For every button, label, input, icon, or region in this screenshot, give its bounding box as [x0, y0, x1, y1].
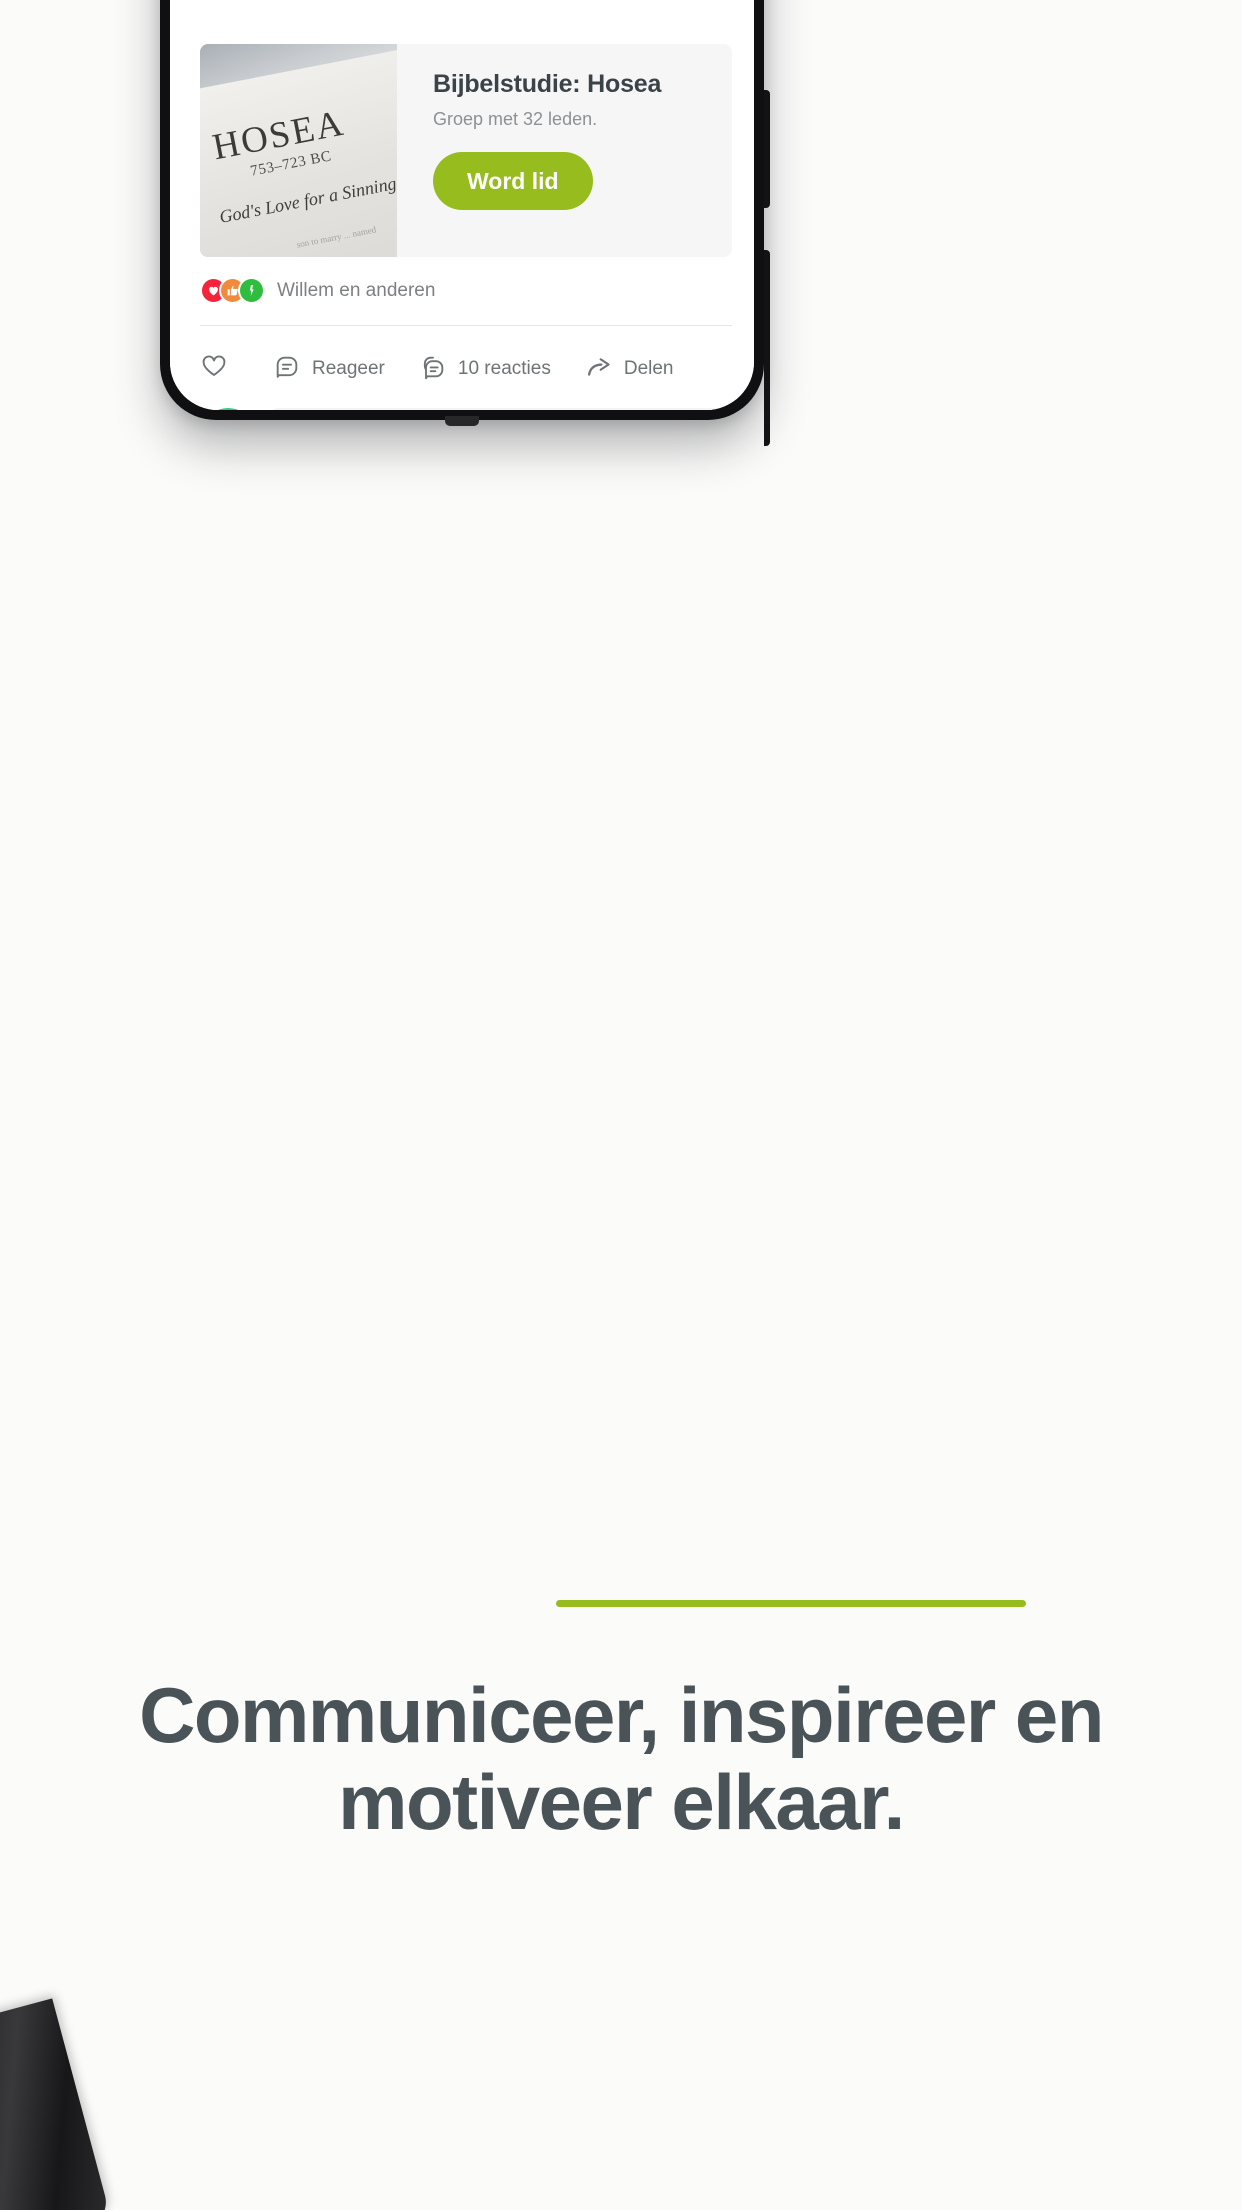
reaction-badge-stack [200, 277, 265, 304]
phone-side-button-power[interactable] [764, 250, 770, 446]
phone-screen-bezel: HOSEA 753–723 BC God's Love for a Sinnin… [170, 0, 754, 410]
reactions-divider [200, 325, 732, 326]
reactions-row[interactable]: Willem en anderen [200, 277, 435, 304]
accent-rule [556, 1600, 1026, 1607]
group-title: Bijbelstudie: Hosea [433, 70, 662, 98]
phone-bottom-nub [445, 416, 479, 426]
marketing-headline: Communiceer, inspireer en motiveer elkaa… [139, 1671, 1104, 1847]
comment-item[interactable]: Joanne Andersvandaag om 12:31 We spreken… [200, 408, 732, 410]
group-card[interactable]: HOSEA 753–723 BC God's Love for a Sinnin… [200, 44, 732, 257]
speech-bubble-icon [273, 353, 301, 386]
phone-side-button-volume[interactable] [764, 90, 770, 208]
comment-bubble: Joanne Andersvandaag om 12:31 We spreken… [270, 408, 732, 410]
comments-icon [419, 353, 447, 386]
share-label: Delen [623, 358, 674, 379]
comment-count-label: 10 reacties [457, 358, 551, 379]
heart-icon [200, 353, 228, 386]
stylus-decoration [0, 1998, 112, 2210]
share-arrow-icon [585, 353, 613, 386]
comment-label: Reageer [312, 358, 385, 379]
phone-frame: HOSEA 753–723 BC God's Love for a Sinnin… [160, 0, 770, 446]
app-screen: HOSEA 753–723 BC God's Love for a Sinnin… [170, 0, 754, 410]
post-action-bar: Reageer 10 reacties Delen [200, 338, 732, 400]
comment-count-action[interactable]: 10 reacties [419, 353, 551, 386]
like-action[interactable] [200, 353, 239, 386]
pray-reaction-icon [238, 277, 265, 304]
screenshot-root: HOSEA 753–723 BC God's Love for a Sinnin… [0, 0, 1242, 2210]
comment-action[interactable]: Reageer [273, 353, 385, 386]
share-action[interactable]: Delen [585, 353, 674, 386]
group-card-body: Bijbelstudie: Hosea Groep met 32 leden. … [397, 44, 732, 257]
group-cover-image: HOSEA 753–723 BC God's Love for a Sinnin… [200, 44, 397, 257]
join-group-button[interactable]: Word lid [433, 152, 593, 210]
group-member-count: Groep met 32 leden. [433, 109, 598, 129]
reactions-summary-text: Willem en anderen [277, 279, 436, 301]
woman-with-hat-avatar[interactable] [200, 408, 256, 410]
